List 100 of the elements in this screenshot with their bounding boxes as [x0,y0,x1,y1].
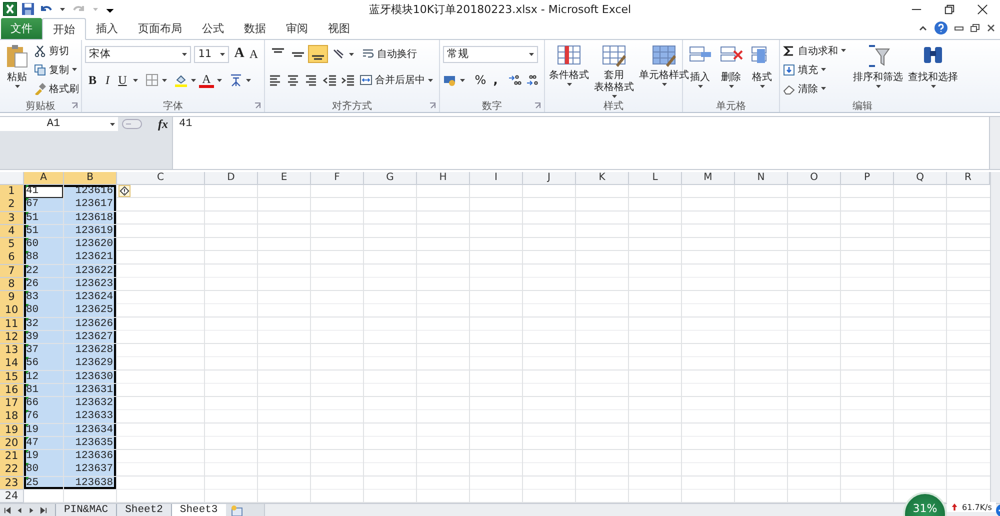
editing-command-button[interactable]: 清除 [783,81,849,96]
close-icon[interactable] [986,23,996,33]
increase-indent-icon[interactable] [341,73,355,87]
new-sheet-icon[interactable] [230,504,244,516]
fill-color-icon[interactable] [174,73,188,87]
cut-button[interactable]: 剪切 [34,43,80,58]
number-format-field[interactable]: 常规 [443,46,538,62]
ribbon-tab[interactable]: 数据 [234,18,276,39]
row-header[interactable]: 14 [0,357,24,371]
format-painter-button[interactable]: 格式刷 [34,81,80,96]
column-header[interactable]: D [205,172,258,185]
dialog-launcher-icon[interactable] [254,102,261,109]
row-header[interactable]: 21 [0,450,24,464]
row-header[interactable]: 15 [0,370,24,384]
row-header[interactable]: 7 [0,264,24,278]
column-header[interactable]: P [841,172,894,185]
font-name-field[interactable]: 宋体 [85,46,192,62]
row-header[interactable]: 19 [0,424,24,437]
cells-button[interactable]: 格式 [748,43,776,99]
grow-font-button[interactable]: A [232,46,247,62]
row-header[interactable]: 1 [0,185,24,198]
style-button[interactable]: 套用 表格格式 [593,43,635,99]
row-header[interactable]: 4 [0,224,24,238]
column-header[interactable]: G [364,172,417,185]
caret-icon[interactable] [349,52,354,56]
column-header[interactable]: A [24,172,64,185]
wrap-text-button[interactable]: 自动换行 [362,46,417,62]
column-header[interactable]: I [470,172,523,185]
row-header[interactable]: 24 [0,490,24,504]
paste-button[interactable]: 粘贴 [3,43,31,99]
align-right-icon[interactable] [304,73,318,87]
column-header[interactable]: O [788,172,841,185]
row-header[interactable]: 10 [0,304,24,318]
column-header[interactable]: K [576,172,629,185]
column-header[interactable]: E [258,172,311,185]
caret-icon[interactable] [133,78,138,82]
ribbon-tab[interactable]: 插入 [86,18,128,39]
percent-button[interactable]: % [473,72,488,88]
editing-command-button[interactable]: 自动求和 [783,43,849,58]
style-button[interactable]: 条件格式 [548,43,590,99]
ribbon-tab[interactable]: 审阅 [276,18,318,39]
row-header[interactable]: 2 [0,198,24,212]
align-center-icon[interactable] [286,73,300,87]
editing-command-button[interactable]: 填充 [783,62,849,77]
cells-button[interactable]: 删除 [717,43,745,99]
ribbon-tab[interactable]: 开始 [42,18,86,40]
text-orientation-icon[interactable] [332,47,346,61]
shrink-font-button[interactable]: A [246,46,261,62]
editing-button[interactable]: 排序和筛选 [852,43,904,99]
column-header[interactable]: L [629,172,682,185]
italic-button[interactable]: I [100,72,115,88]
row-header[interactable]: 23 [0,476,24,490]
dialog-launcher-icon[interactable] [429,102,436,109]
column-header[interactable]: B [64,172,117,185]
row-header[interactable]: 20 [0,436,24,450]
formula-field[interactable]: 41 [172,117,989,169]
restore-icon[interactable] [944,4,955,14]
row-header[interactable]: 11 [0,318,24,331]
expand-handle-icon[interactable] [122,119,142,129]
font-size-field[interactable]: 11 [194,46,230,62]
row-header[interactable]: 3 [0,212,24,225]
next-sheet-icon[interactable] [28,506,35,514]
column-header[interactable]: H [417,172,470,185]
ribbon-tab[interactable]: 视图 [318,18,360,39]
row-header[interactable]: 5 [0,238,24,252]
close-icon[interactable] [977,4,988,14]
previous-sheet-icon[interactable] [16,506,23,514]
horizontal-scrollbar[interactable] [264,504,1000,516]
last-sheet-icon[interactable] [40,506,47,514]
font-color-button[interactable]: A [199,72,214,88]
decrease-decimal-icon[interactable] [526,73,540,87]
row-header[interactable]: 9 [0,291,24,304]
underline-button[interactable]: U [115,72,130,88]
merge-center-button[interactable]: 合并后居中 [360,72,436,88]
increase-decimal-icon[interactable] [508,73,522,87]
row-header[interactable]: 18 [0,410,24,424]
dialog-launcher-icon[interactable] [71,102,78,109]
vertical-align-button[interactable] [308,45,328,63]
sheet-tab[interactable]: PIN&MAC [55,504,116,516]
row-header[interactable]: 13 [0,344,24,358]
file-tab[interactable]: 文件 [1,18,42,39]
align-left-icon[interactable] [268,73,282,87]
column-header[interactable]: C [117,172,205,185]
column-header[interactable]: Q [894,172,947,185]
editing-button[interactable]: 查找和选择 [907,43,959,99]
formula-scrollbar[interactable] [989,117,1000,169]
column-header[interactable]: R [947,172,990,185]
caret-icon[interactable] [217,78,222,82]
insert-function-button[interactable]: fx [158,116,168,132]
sheet-tab[interactable]: Sheet3 [170,504,226,516]
sheet-tab[interactable]: Sheet2 [116,504,171,516]
vertical-scrollbar[interactable] [990,172,1000,503]
row-header[interactable]: 8 [0,278,24,292]
caret-icon[interactable] [60,8,65,10]
column-header[interactable]: N [735,172,788,185]
style-button[interactable]: 单元格样式 [638,43,690,99]
restore-icon[interactable] [970,23,980,33]
row-header[interactable]: 16 [0,384,24,398]
decrease-indent-icon[interactable] [323,73,337,87]
row-header[interactable]: 12 [0,330,24,344]
